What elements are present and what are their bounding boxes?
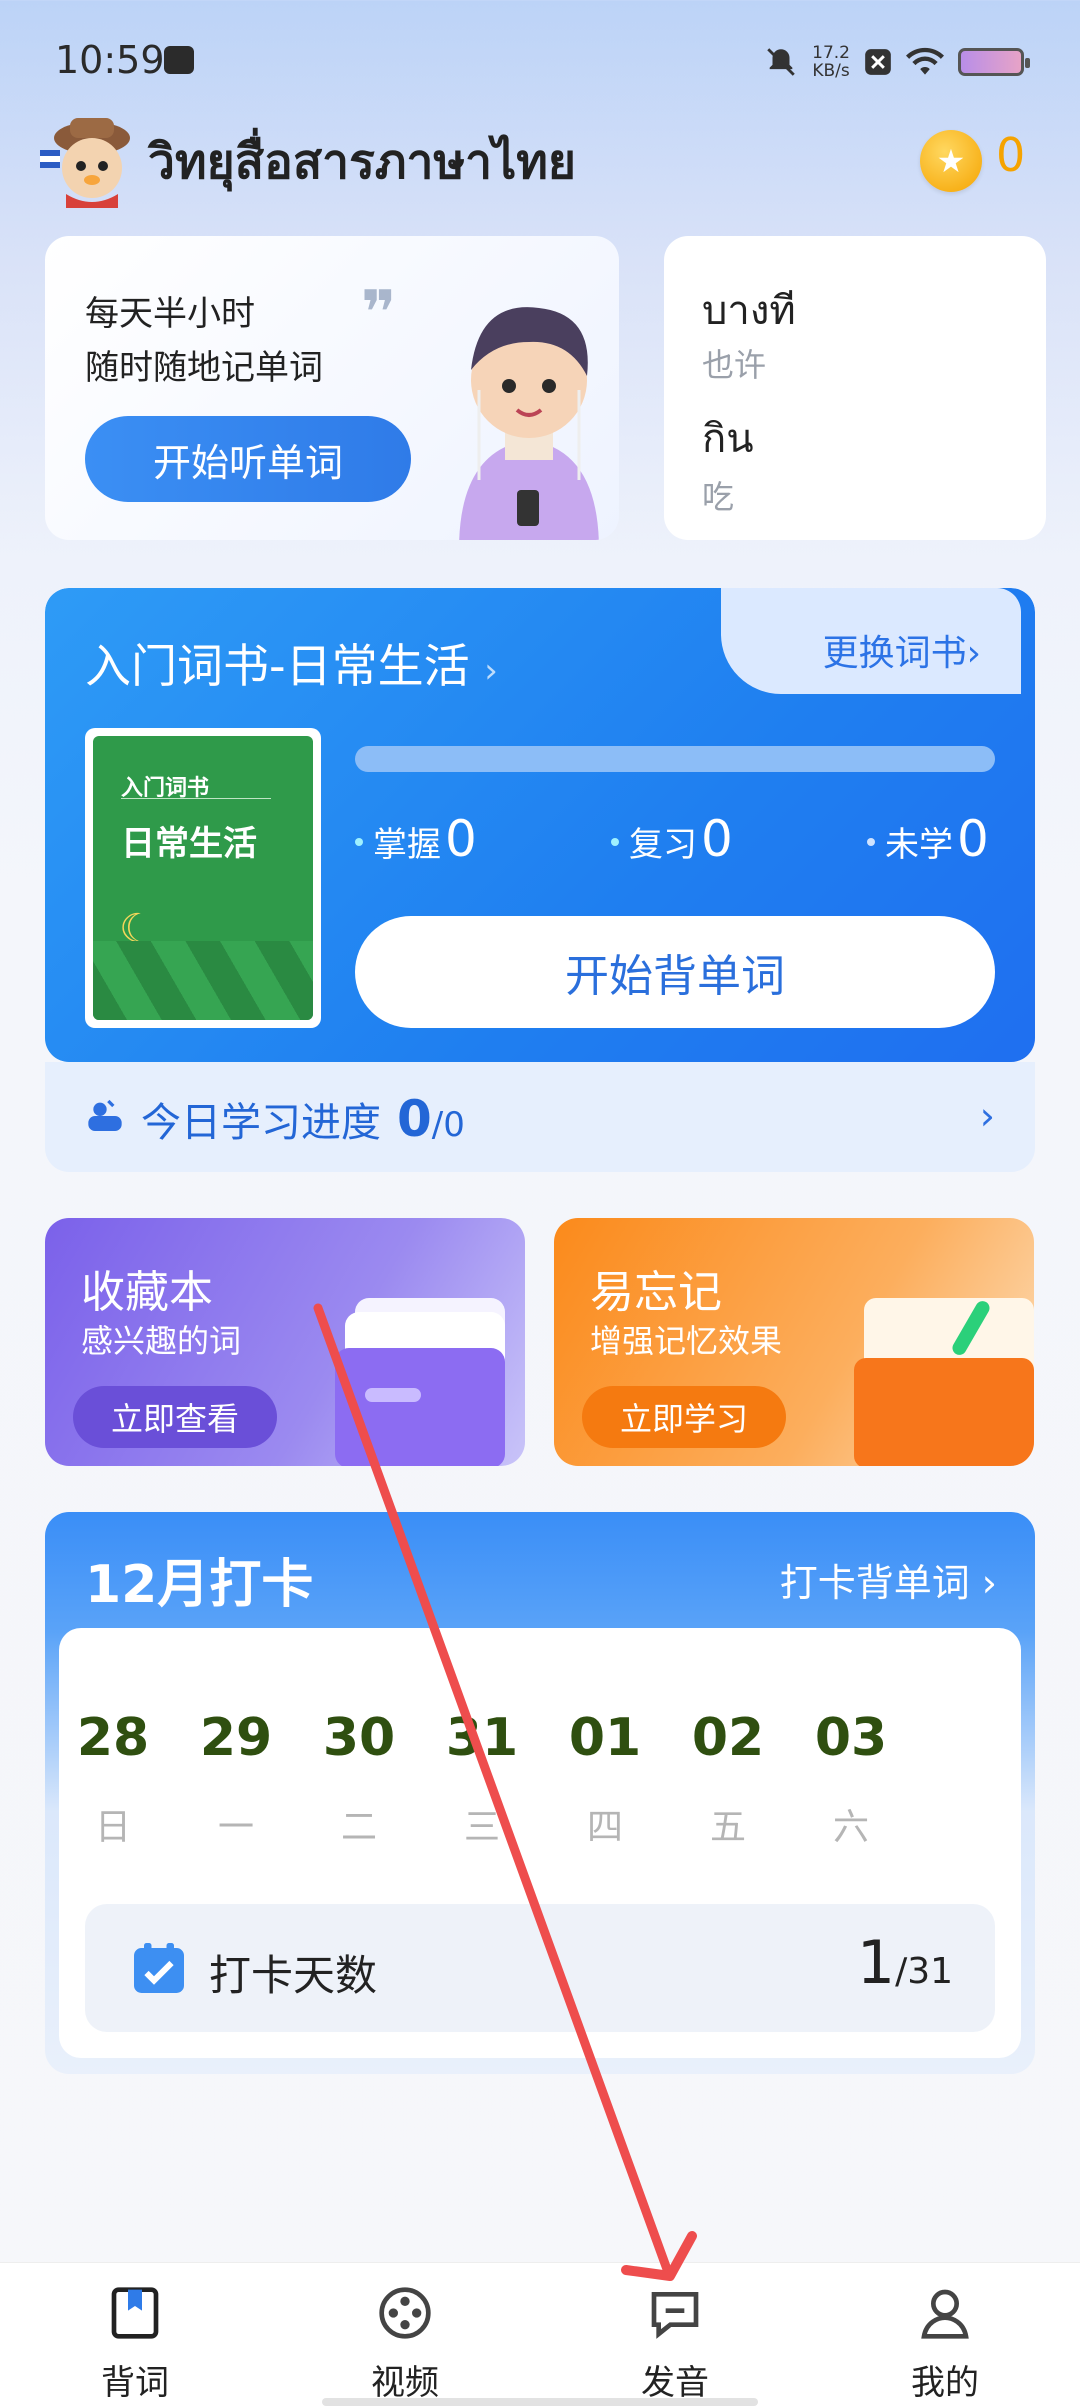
cover-divider <box>121 798 271 799</box>
checkin-days-row: 打卡天数 1/31 <box>85 1904 995 2032</box>
study-now-button[interactable]: 立即学习 <box>582 1386 786 1448</box>
nav-tab-pronunciation[interactable]: 发音 <box>540 2263 810 2408</box>
calendar-day[interactable]: 31 <box>437 1708 527 1768</box>
listen-line-1: 每天半小时 <box>85 294 255 334</box>
stat-mastered: 掌握 0 <box>355 810 477 868</box>
favorites-title: 收藏本 <box>81 1267 213 1318</box>
nav-tab-video[interactable]: 视频 <box>270 2263 540 2408</box>
favorites-card[interactable]: 收藏本 感兴趣的词 立即查看 <box>45 1218 525 1466</box>
view-now-button[interactable]: 立即查看 <box>73 1386 277 1448</box>
calendar-check-icon <box>134 1943 184 1993</box>
notebook-illustration <box>854 1298 1034 1466</box>
chevron-right-icon: › <box>979 1094 995 1138</box>
listen-words-card[interactable]: 每天半小时 随时随地记单词 ❞ 开始听单词 <box>45 236 619 540</box>
app-title: วิทยุสื่อสารภาษาไทย <box>148 134 576 190</box>
coin-count[interactable]: 0 <box>996 128 1025 182</box>
word-meaning-2: 吃 <box>702 478 735 516</box>
calendar-weekday: 六 <box>832 1807 869 1848</box>
calendar-day[interactable]: 01 <box>560 1708 650 1768</box>
nav-label: 我的 <box>911 2363 979 2403</box>
film-reel-icon <box>379 2287 431 2339</box>
checkin-days-label: 打卡天数 <box>209 1951 378 2000</box>
calendar-day[interactable]: 02 <box>683 1708 773 1768</box>
start-listening-button[interactable]: 开始听单词 <box>85 416 411 502</box>
calendar-weekday: 五 <box>709 1807 746 1848</box>
checkin-title: 12月打卡 <box>85 1555 314 1615</box>
chevron-right-icon: › <box>966 633 981 674</box>
notification-app-icon <box>164 46 194 74</box>
home-indicator <box>322 2398 758 2406</box>
bookmark-book-icon <box>111 2287 159 2339</box>
word-meaning-1: 也许 <box>702 346 767 384</box>
mute-bell-icon <box>767 48 795 76</box>
calendar-weekday: 一 <box>217 1807 254 1848</box>
cover-pattern <box>93 941 313 1020</box>
network-speed: 17.2 KB/s <box>812 43 850 81</box>
calendar-day[interactable]: 28 <box>68 1708 158 1768</box>
nav-label: 视频 <box>371 2363 439 2403</box>
nav-tab-mine[interactable]: 我的 <box>810 2263 1080 2408</box>
today-progress-total: /0 <box>431 1105 465 1145</box>
battery-icon <box>958 48 1030 76</box>
card-folder-illustration <box>335 1298 505 1466</box>
chevron-right-icon: › <box>484 651 498 691</box>
nav-tab-words[interactable]: 背词 <box>0 2263 270 2408</box>
today-progress-label: 今日学习进度 <box>141 1100 381 1146</box>
change-book-button[interactable]: 更换词书› <box>823 624 981 676</box>
cover-title: 日常生活 <box>121 824 257 864</box>
calendar-weekday: 二 <box>340 1807 377 1848</box>
calendar-weekday: 三 <box>463 1807 500 1848</box>
status-time: 10:59 <box>55 38 165 82</box>
calendar-day[interactable]: 03 <box>806 1708 896 1768</box>
wifi-icon <box>906 47 944 75</box>
stat-review: 复习 0 <box>611 810 733 868</box>
book-cover[interactable]: 入门词书 日常生活 ☾ <box>85 728 321 1028</box>
nav-label: 背词 <box>101 2363 169 2403</box>
quote-icon: ❞ <box>361 278 397 348</box>
study-progress-icon <box>88 1099 122 1131</box>
person-icon <box>921 2289 969 2339</box>
chevron-right-icon: › <box>981 1561 997 1605</box>
bottom-nav: 背词 视频 发音 我的 <box>0 2262 1080 2408</box>
easy-forget-card[interactable]: 易忘记 增强记忆效果 立即学习 <box>554 1218 1034 1466</box>
word-thai-1: บางที <box>702 288 796 334</box>
vocab-book-card: 入门词书-日常生活 › 更换词书› 入门词书 日常生活 ☾ 掌握 0 复习 0 未学… <box>45 588 1035 1172</box>
calendar-day[interactable]: 29 <box>191 1708 281 1768</box>
calendar-day[interactable]: 30 <box>314 1708 404 1768</box>
daily-words-card[interactable]: บางที 也许 กิน 吃 <box>664 236 1046 540</box>
forget-title: 易忘记 <box>590 1267 722 1318</box>
status-icons: 17.2 KB/s <box>764 40 1030 84</box>
checkin-calendar: 28 29 30 31 01 02 03 日 一 二 三 四 五 六 打卡天数 … <box>59 1628 1021 2058</box>
start-recite-button[interactable]: 开始背单词 <box>355 916 995 1028</box>
nav-label: 发音 <box>641 2363 709 2403</box>
forget-subtitle: 增强记忆效果 <box>590 1322 783 1360</box>
cartoon-boy-illustration <box>459 307 599 540</box>
checkin-days-count: 1/31 <box>856 1928 953 1998</box>
star-coin-icon[interactable]: ★ <box>920 130 982 192</box>
word-thai-2: กิน <box>702 416 754 462</box>
mascot-logo <box>40 118 130 208</box>
listen-line-2: 随时随地记单词 <box>85 348 323 388</box>
calendar-weekday: 四 <box>586 1807 623 1848</box>
stat-unlearned: 未学 0 <box>867 810 989 868</box>
checkin-recite-link[interactable]: 打卡背单词 › <box>780 1552 997 1607</box>
calendar-weekday: 日 <box>94 1807 131 1848</box>
favorites-subtitle: 感兴趣的词 <box>81 1322 242 1360</box>
checkin-card: 12月打卡 打卡背单词 › 28 29 30 31 01 02 03 日 一 二… <box>45 1512 1035 2074</box>
today-progress-row[interactable]: 今日学习进度 0/0 › <box>45 1062 1035 1172</box>
today-progress-done: 0 <box>397 1090 432 1148</box>
chat-bubble-icon <box>651 2292 699 2339</box>
book-progress-bar <box>355 746 995 772</box>
book-title[interactable]: 入门词书-日常生活 › <box>85 630 498 696</box>
close-box-icon <box>865 49 891 75</box>
